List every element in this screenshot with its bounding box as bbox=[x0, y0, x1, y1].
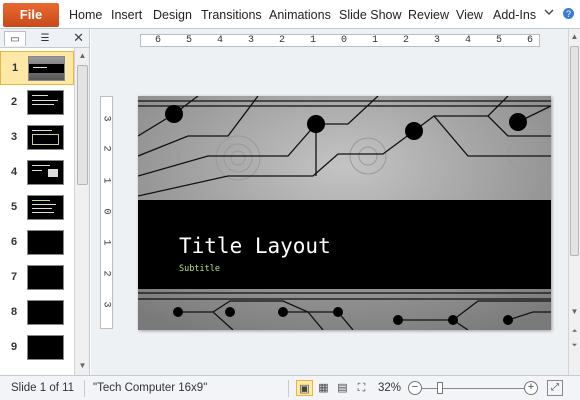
theme-name: "Tech Computer 16x9" bbox=[93, 382, 208, 394]
slide-preview bbox=[27, 90, 64, 115]
slide-thumbnail[interactable]: 1 bbox=[0, 51, 74, 85]
slide-sorter-icon[interactable]: ▦ bbox=[315, 380, 332, 396]
slide-counter: Slide 1 of 11 bbox=[11, 382, 75, 394]
slide-thumbnail[interactable]: 2 bbox=[0, 86, 74, 120]
ribbon-tab-bar: File Home Insert Design Transitions Anim… bbox=[0, 0, 580, 29]
scroll-up-icon[interactable]: ▲ bbox=[569, 30, 580, 44]
tab-animations[interactable]: Animations bbox=[269, 8, 331, 22]
ruler-number: 1 bbox=[310, 35, 317, 46]
tab-transitions[interactable]: Transitions bbox=[201, 8, 262, 22]
ruler-number: 1 bbox=[100, 177, 112, 184]
slide-preview bbox=[27, 300, 64, 325]
ruler-number: 2 bbox=[100, 145, 112, 152]
scrollbar-thumb[interactable] bbox=[570, 46, 579, 256]
horizontal-ruler: 6 5 4 3 2 1 0 1 2 3 4 5 6 bbox=[140, 34, 540, 47]
slide-number: 3 bbox=[11, 131, 18, 143]
slides-tab[interactable]: ▭ bbox=[4, 31, 26, 46]
slide-preview bbox=[27, 265, 64, 290]
help-icon[interactable]: ? bbox=[562, 7, 575, 23]
slide-canvas[interactable]: Title Layout Subtitle bbox=[138, 96, 551, 330]
slide-show-icon[interactable]: ⛶ bbox=[353, 380, 370, 396]
ruler-number: 1 bbox=[372, 35, 379, 46]
reading-view-icon[interactable]: ▤ bbox=[334, 380, 351, 396]
tab-add-ins[interactable]: Add-Ins bbox=[493, 8, 536, 22]
ruler-number: 2 bbox=[100, 270, 112, 277]
next-slide-icon[interactable]: ⏷ bbox=[569, 339, 580, 353]
tab-slide-show[interactable]: Slide Show bbox=[339, 8, 402, 22]
slide-preview bbox=[27, 125, 64, 150]
ruler-number: 3 bbox=[248, 35, 255, 46]
slide-scrollbar[interactable]: ▲ ▼ ⏶ ⏷ bbox=[568, 29, 580, 375]
slide-thumbnail[interactable]: 7 bbox=[0, 261, 74, 295]
slide-preview bbox=[27, 335, 64, 360]
outline-view-icon: ☰ bbox=[40, 33, 50, 44]
slide-thumbnail-list: 1 2 3 4 5 6 7 8 9 bbox=[0, 48, 74, 375]
status-separator bbox=[84, 380, 85, 397]
scroll-down-icon[interactable]: ▼ bbox=[75, 359, 90, 373]
vertical-ruler: 3 2 1 0 1 2 3 bbox=[100, 96, 113, 329]
slide-number: 5 bbox=[11, 201, 18, 213]
close-panel-icon[interactable]: ✕ bbox=[73, 30, 84, 46]
status-bar: Slide 1 of 11 "Tech Computer 16x9" ▣ ▦ ▤… bbox=[0, 375, 580, 400]
ruler-number: 3 bbox=[434, 35, 441, 46]
minimize-ribbon-icon[interactable] bbox=[544, 7, 554, 20]
thumbnail-scrollbar[interactable]: ▲ ▼ bbox=[74, 48, 90, 375]
slide-title[interactable]: Title Layout bbox=[179, 234, 331, 258]
ruler-number: 0 bbox=[100, 208, 112, 215]
ruler-number: 5 bbox=[186, 35, 193, 46]
slide-thumbnail[interactable]: 9 bbox=[0, 331, 74, 365]
ruler-number: 2 bbox=[403, 35, 410, 46]
slide-thumbnail[interactable]: 6 bbox=[0, 226, 74, 260]
tab-review[interactable]: Review bbox=[408, 8, 449, 22]
slide-number: 4 bbox=[11, 166, 18, 178]
slide-preview bbox=[27, 160, 64, 185]
tab-insert[interactable]: Insert bbox=[111, 8, 142, 22]
ruler-number: 6 bbox=[527, 35, 534, 46]
slide-editing-area: 6 5 4 3 2 1 0 1 2 3 4 5 6 3 2 1 0 1 2 3 bbox=[91, 29, 568, 375]
scroll-up-icon[interactable]: ▲ bbox=[75, 49, 90, 63]
slides-panel-header: ▭ ☰ ✕ bbox=[0, 29, 90, 48]
slide-subtitle[interactable]: Subtitle bbox=[179, 264, 220, 274]
slide-preview bbox=[27, 195, 64, 220]
zoom-in-icon[interactable]: + bbox=[524, 381, 538, 395]
tab-home[interactable]: Home bbox=[69, 8, 102, 22]
ruler-number: 4 bbox=[217, 35, 224, 46]
slide-preview bbox=[27, 230, 64, 255]
tab-design[interactable]: Design bbox=[153, 8, 192, 22]
slide-number: 1 bbox=[12, 62, 19, 74]
ruler-number: 4 bbox=[465, 35, 472, 46]
ruler-number: 5 bbox=[496, 35, 503, 46]
previous-slide-icon[interactable]: ⏶ bbox=[569, 325, 580, 339]
ruler-number: 2 bbox=[279, 35, 286, 46]
zoom-out-icon[interactable]: − bbox=[408, 381, 422, 395]
slide-thumbnail[interactable]: 5 bbox=[0, 191, 74, 225]
ruler-number: 0 bbox=[341, 35, 348, 46]
zoom-slider-knob[interactable] bbox=[437, 382, 443, 394]
slide-number: 2 bbox=[11, 96, 18, 108]
outline-tab[interactable]: ☰ bbox=[34, 31, 56, 46]
ruler-number: 3 bbox=[100, 115, 112, 122]
slide-thumbnail[interactable]: 8 bbox=[0, 296, 74, 330]
slide-preview bbox=[28, 56, 65, 81]
slide-number: 8 bbox=[11, 306, 18, 318]
slide-number: 7 bbox=[11, 271, 18, 283]
file-tab[interactable]: File bbox=[3, 3, 59, 27]
scroll-down-icon[interactable]: ▼ bbox=[569, 305, 580, 319]
slide-thumbnail[interactable]: 3 bbox=[0, 121, 74, 155]
slide-number: 6 bbox=[11, 236, 18, 248]
ruler-number: 6 bbox=[155, 35, 162, 46]
scrollbar-thumb[interactable] bbox=[77, 65, 88, 185]
slides-view-icon: ▭ bbox=[10, 34, 20, 45]
slide-thumbnail[interactable]: 4 bbox=[0, 156, 74, 190]
status-separator bbox=[288, 380, 289, 397]
fit-to-window-icon[interactable]: ⤢ bbox=[547, 380, 563, 396]
tab-view[interactable]: View bbox=[456, 8, 483, 22]
normal-view-icon[interactable]: ▣ bbox=[296, 380, 313, 396]
zoom-level[interactable]: 32% bbox=[378, 382, 401, 394]
svg-text:?: ? bbox=[566, 9, 571, 19]
slide-number: 9 bbox=[11, 341, 18, 353]
ruler-number: 3 bbox=[100, 301, 112, 308]
ruler-number: 1 bbox=[100, 239, 112, 246]
